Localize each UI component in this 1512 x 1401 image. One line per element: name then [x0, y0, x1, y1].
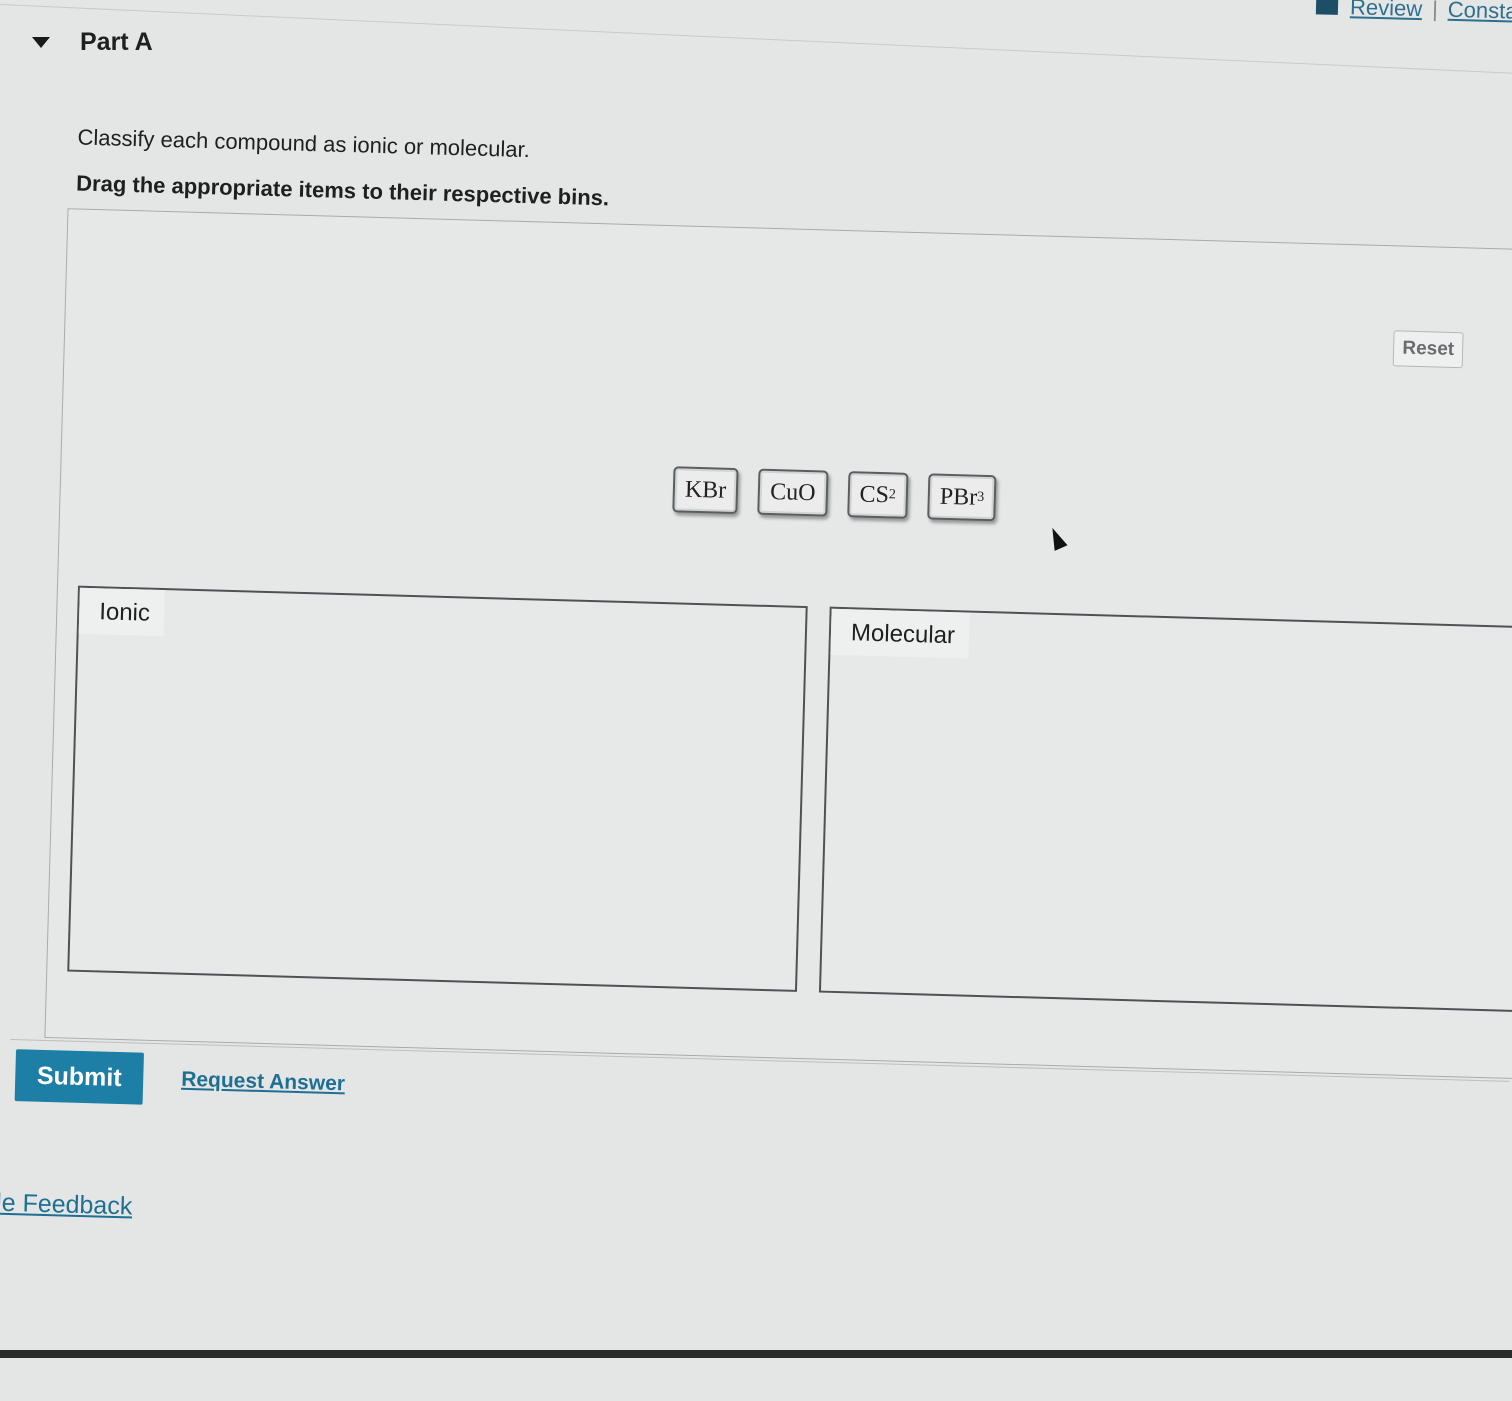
question-instruction: Drag the appropriate items to their resp…	[75, 170, 610, 211]
top-links: Review | Consta	[1316, 0, 1512, 25]
token-pbr3[interactable]: PBr 3	[927, 473, 997, 522]
book-icon	[1316, 0, 1339, 15]
token-cuo[interactable]: CuO	[757, 468, 829, 517]
question-panel: Classify each compound as ionic or molec…	[0, 0, 1512, 1398]
mouse-cursor-icon	[1045, 525, 1068, 551]
drag-drop-area: Reset KBr CuO CS 2 PBr 3 Ionic Molecular	[44, 208, 1512, 1081]
bin-label-molecular: Molecular	[830, 608, 970, 659]
question-prompt: Classify each compound as ionic or molec…	[77, 124, 531, 163]
reset-button[interactable]: Reset	[1392, 330, 1464, 369]
bin-ionic[interactable]: Ionic	[67, 585, 808, 992]
action-bar: Submit Request Answer	[14, 1049, 346, 1110]
provide-feedback-link[interactable]: vide Feedback	[0, 1188, 133, 1222]
token-label: KBr	[684, 476, 727, 504]
submit-button[interactable]: Submit	[14, 1049, 144, 1105]
request-answer-link[interactable]: Request Answer	[181, 1068, 345, 1097]
bin-label-ionic: Ionic	[78, 587, 165, 637]
bin-molecular[interactable]: Molecular	[818, 606, 1512, 1014]
token-kbr[interactable]: KBr	[672, 466, 739, 515]
token-label: CS	[859, 480, 890, 508]
token-cs2[interactable]: CS 2	[846, 471, 909, 519]
token-pool: KBr CuO CS 2 PBr 3	[672, 466, 997, 522]
token-subscript: 3	[977, 489, 985, 505]
link-separator: |	[1432, 0, 1439, 22]
token-label: PBr	[939, 483, 978, 511]
constants-link[interactable]: Consta	[1448, 0, 1512, 25]
screen-bezel	[0, 1350, 1512, 1358]
review-link[interactable]: Review	[1350, 0, 1423, 22]
token-subscript: 2	[888, 487, 897, 503]
token-label: CuO	[769, 478, 816, 506]
